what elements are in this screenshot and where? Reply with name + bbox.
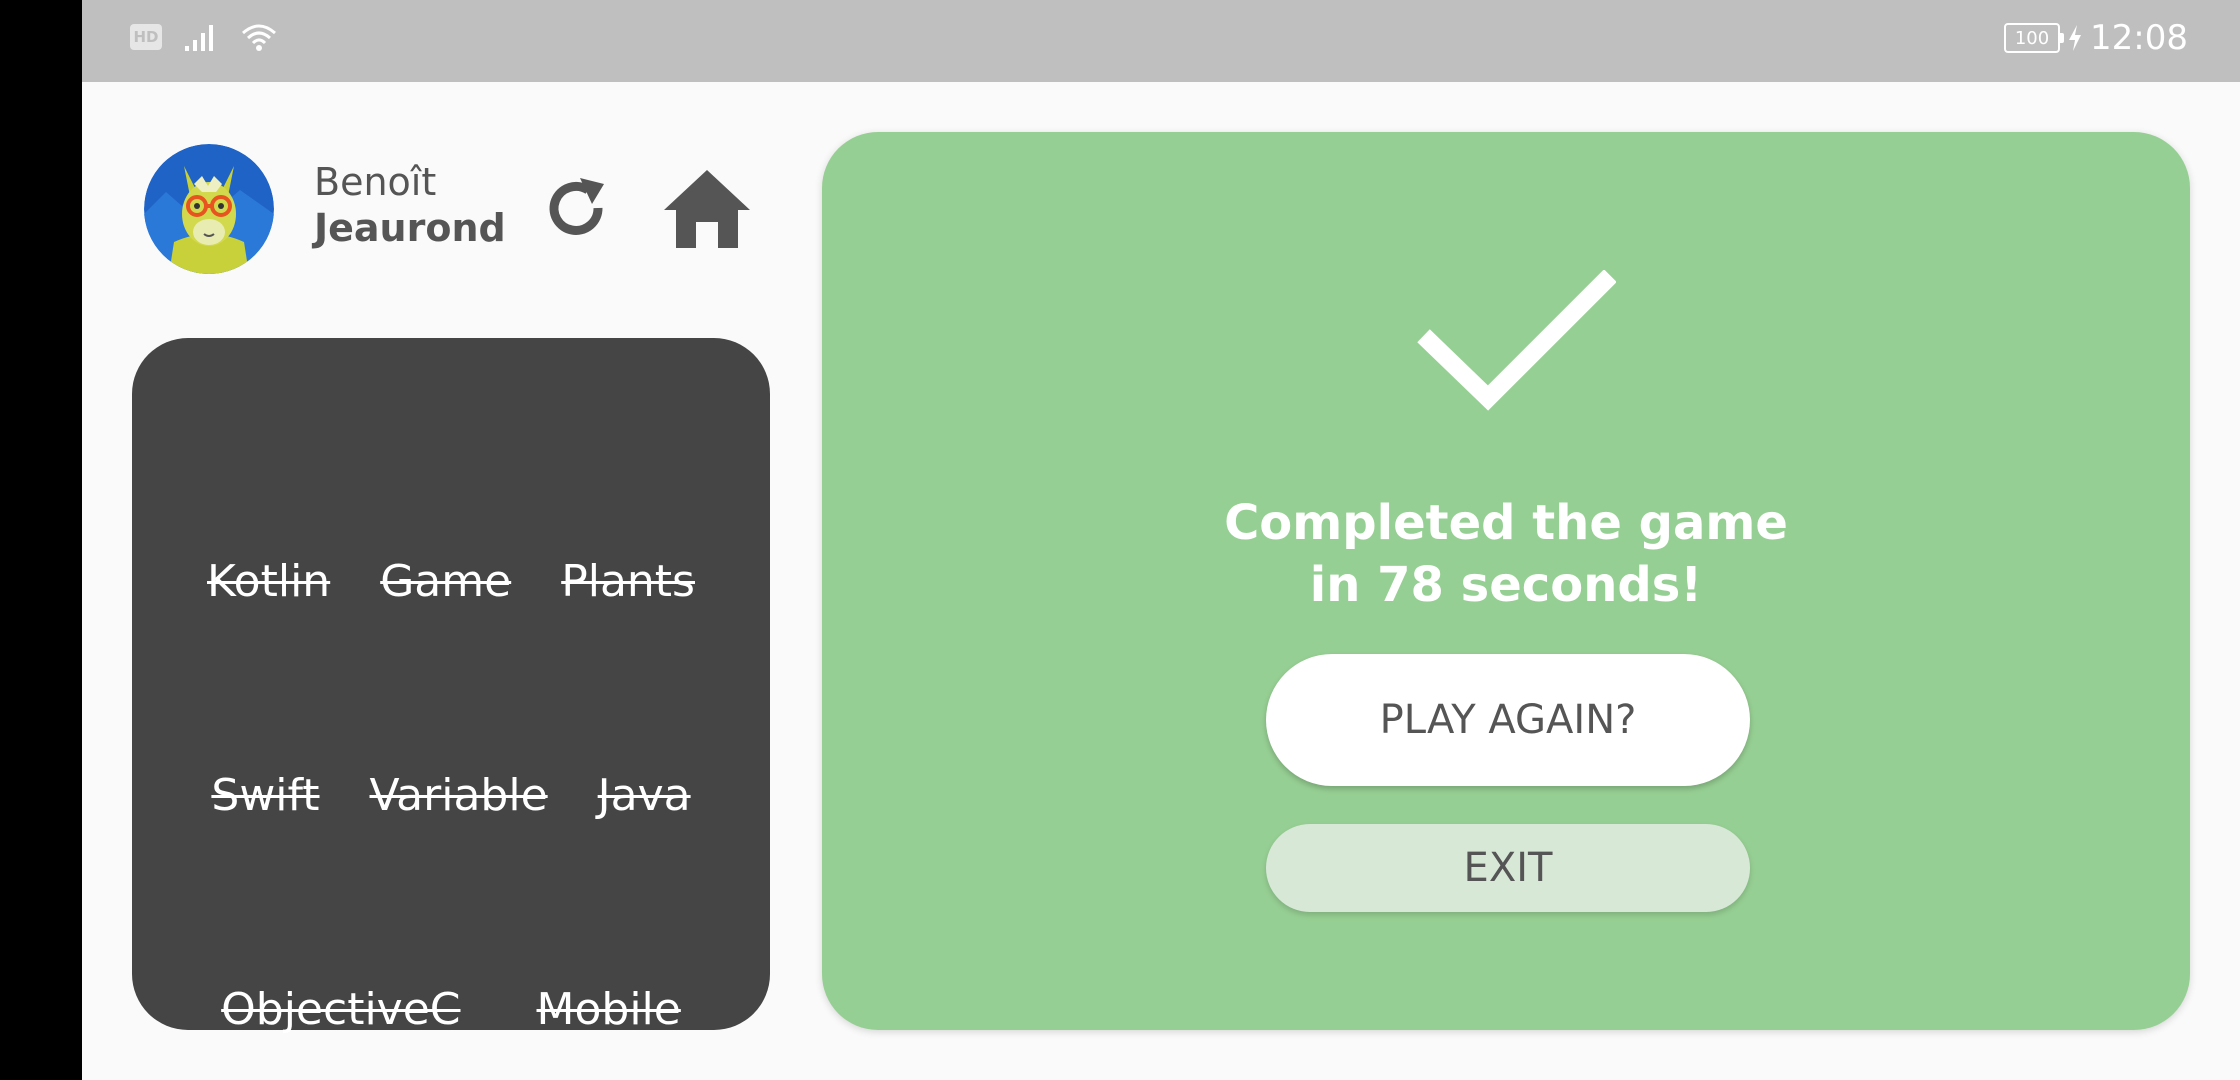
word-item: Mobile [536, 984, 681, 1035]
status-left-group: HD [130, 22, 278, 52]
refresh-icon [549, 178, 604, 235]
checkmark-icon [1417, 270, 1616, 411]
word-item: Plants [561, 556, 695, 607]
word-item: Kotlin [207, 556, 331, 607]
charging-icon [2069, 25, 2082, 51]
signal-icon [185, 25, 213, 51]
llama-avatar-icon [144, 144, 274, 274]
user-name: Benoît Jeaurond [314, 160, 506, 251]
words-panel: Kotlin Game Plants Swift Variable Java O… [132, 338, 770, 1035]
refresh-button[interactable] [542, 174, 612, 244]
completion-message: Completed the game in 78 seconds! [1224, 495, 1788, 613]
status-time: 12:08 [2090, 18, 2188, 58]
user-avatar[interactable] [144, 144, 274, 274]
word-item: Swift [211, 770, 320, 821]
status-right-group: 100 12:08 [2004, 18, 2188, 58]
home-button[interactable] [662, 166, 752, 252]
word-item: ObjectiveC [221, 984, 461, 1035]
wifi-icon [242, 24, 276, 51]
word-item: Game [380, 556, 512, 607]
screen-edge [0, 0, 82, 1080]
exit-button[interactable]: EXIT [1266, 824, 1750, 912]
word-row: Kotlin Game Plants [132, 556, 770, 607]
game-screen: Benoît Jeaurond Kotlin Game Plants Swift… [82, 82, 2240, 1080]
user-last-name: Jeaurond [314, 205, 506, 250]
word-row: Swift Variable Java [132, 770, 770, 821]
battery-icon: 100 [2004, 23, 2065, 53]
user-first-name: Benoît [314, 160, 437, 204]
word-row: ObjectiveC Mobile [132, 984, 770, 1035]
result-card: Completed the game in 78 seconds! PLAY A… [822, 132, 2190, 1030]
hd-icon: HD [130, 24, 162, 50]
word-item: Variable [369, 770, 548, 821]
battery-level: 100 [2014, 27, 2050, 49]
status-bar: HD 100 12:08 [82, 0, 2240, 82]
home-icon [664, 170, 750, 248]
word-item: Java [597, 770, 691, 821]
play-again-button[interactable]: PLAY AGAIN? [1266, 654, 1750, 786]
